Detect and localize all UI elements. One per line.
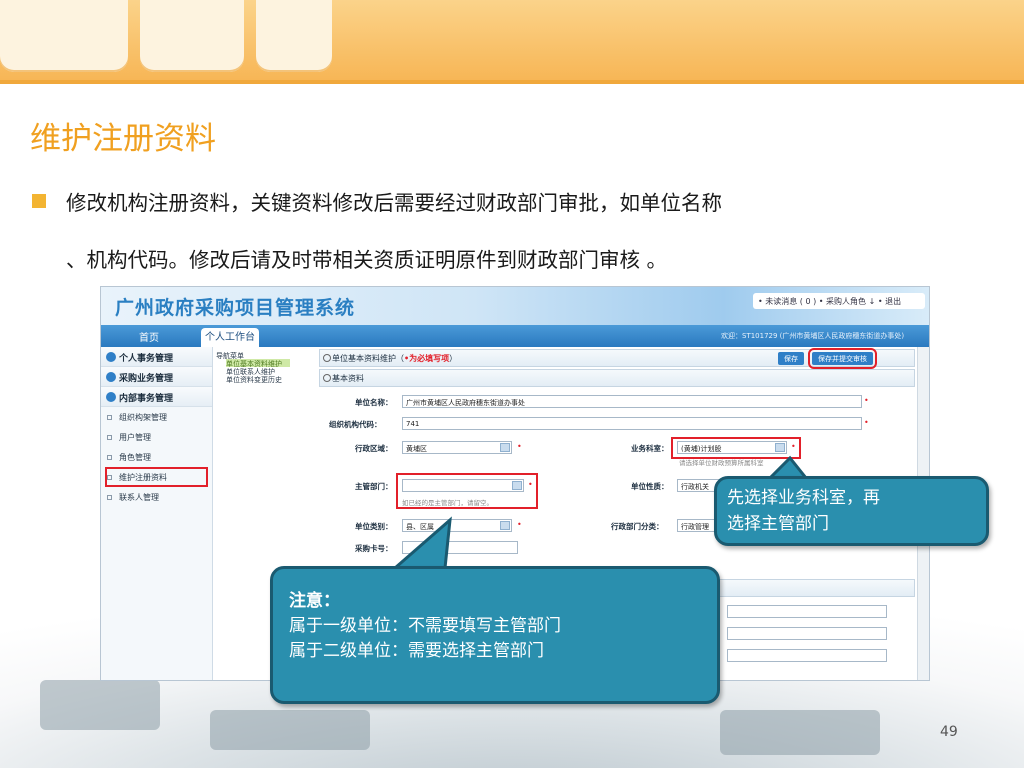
- callout-right-line-2: 选择主管部门: [727, 514, 829, 534]
- callout-select-order: 先选择业务科室，再 选择主管部门: [714, 476, 989, 546]
- callout-note-line-2: 属于二级单位：需要选择主管部门: [289, 641, 544, 661]
- callout-note: 注意： 属于一级单位：不需要填写主管部门 属于二级单位：需要选择主管部门: [270, 566, 720, 704]
- slide: 维护注册资料 修改机构注册资料，关键资料修改后需要经过财政部门审批，如单位名称 …: [0, 0, 1024, 768]
- callout-pointer-right: [766, 455, 810, 480]
- page-number: 49: [940, 724, 958, 740]
- callout-note-heading: 注意：: [289, 591, 340, 611]
- callout-note-line-1: 属于一级单位：不需要填写主管部门: [289, 616, 561, 636]
- callout-right-line-1: 先选择业务科室，再: [727, 488, 880, 508]
- callout-pointer-note: [391, 516, 452, 570]
